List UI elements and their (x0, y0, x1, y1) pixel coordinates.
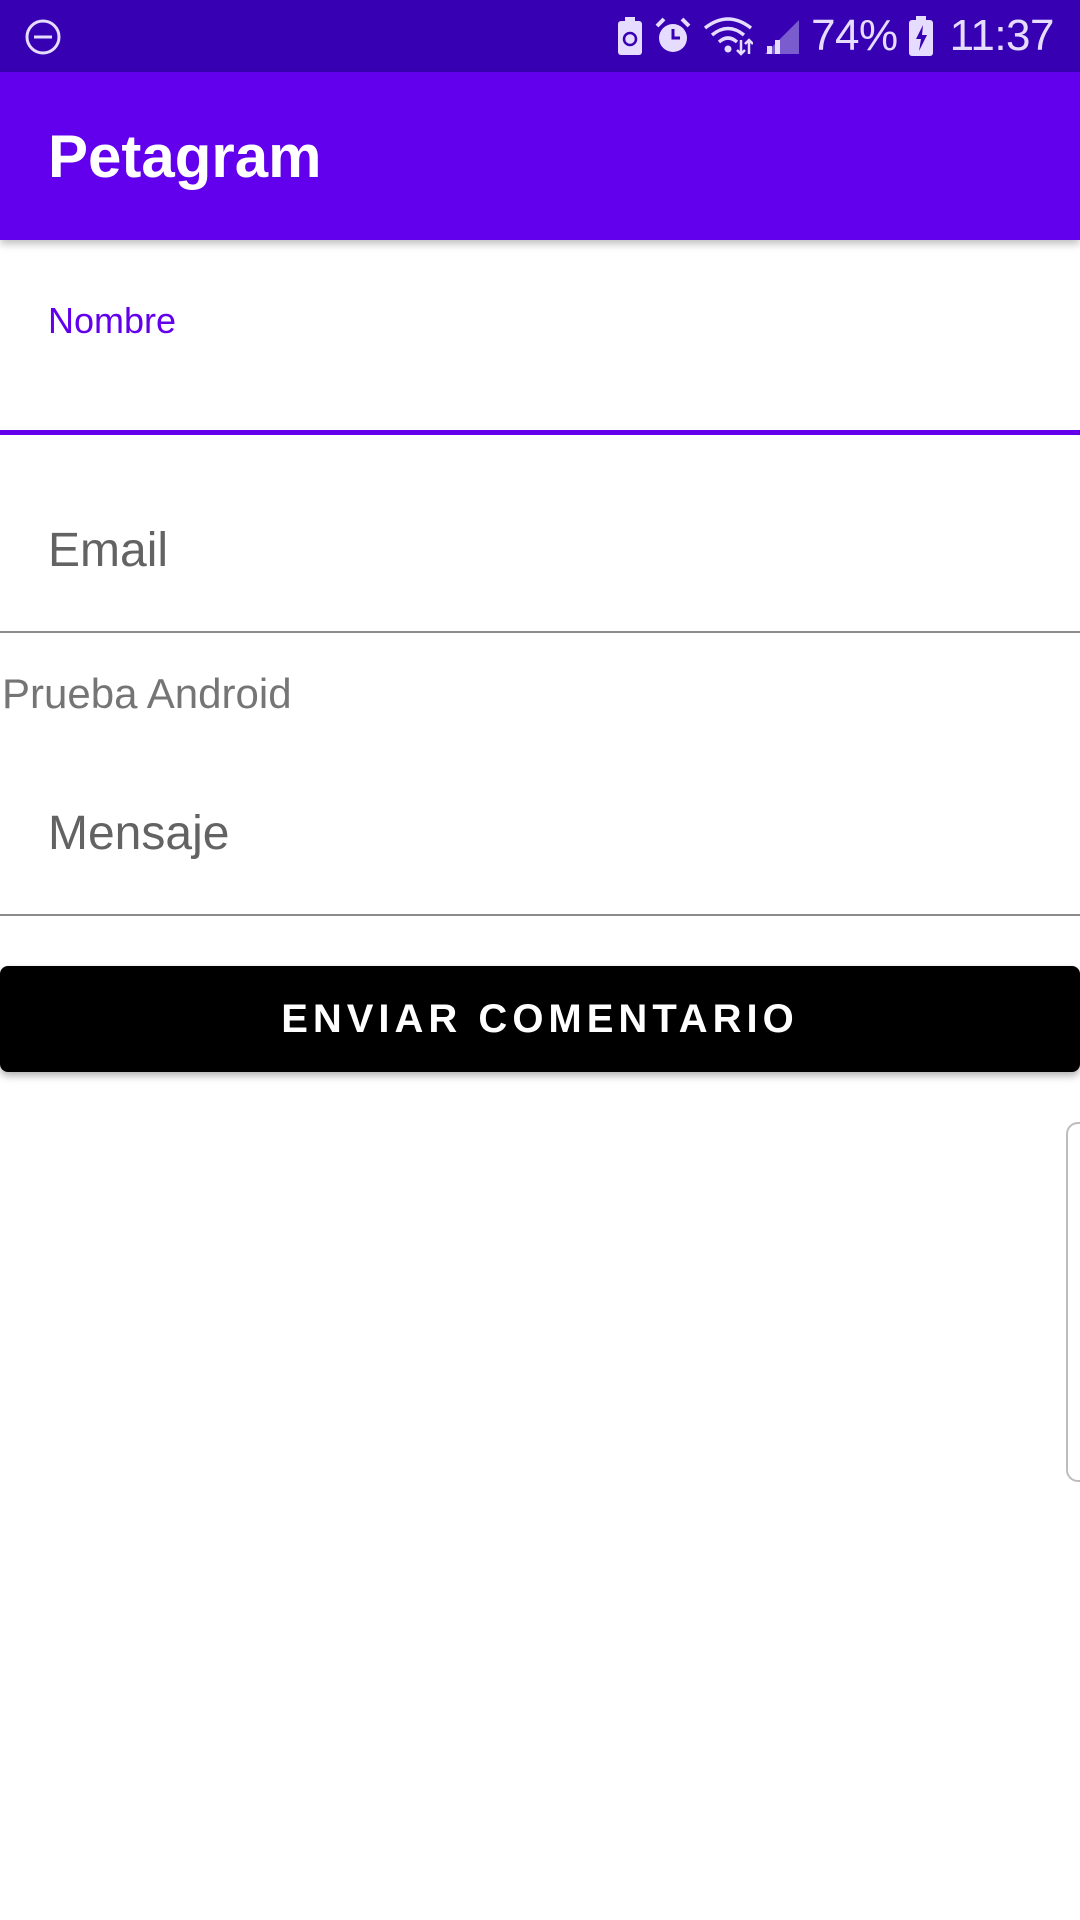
alarm-icon (653, 16, 693, 56)
do-not-disturb-icon (24, 18, 62, 56)
prueba-android-text: Prueba Android (2, 670, 292, 717)
app-title: Petagram (48, 123, 322, 190)
enviar-comentario-button[interactable]: ENVIAR COMENTARIO (0, 966, 1080, 1072)
battery-saver-icon (617, 16, 643, 56)
mensaje-input[interactable] (48, 798, 1028, 868)
nombre-underline (0, 430, 1080, 435)
edge-panel-handle[interactable] (1066, 1122, 1080, 1482)
clock: 11:37 (949, 11, 1055, 60)
status-bar: 74% 11:37 (0, 0, 1080, 72)
email-underline (0, 631, 1080, 633)
signal-icon (763, 16, 801, 56)
wifi-icon (703, 16, 754, 56)
battery-percent: 74% (811, 11, 898, 60)
nombre-input[interactable] (48, 350, 1028, 420)
mensaje-underline (0, 914, 1080, 916)
nombre-label: Nombre (48, 300, 177, 341)
email-input[interactable] (48, 515, 1028, 585)
app-bar: Petagram (0, 72, 1080, 240)
battery-icon (908, 15, 934, 57)
status-icons: 74% 11:37 (617, 0, 1055, 72)
